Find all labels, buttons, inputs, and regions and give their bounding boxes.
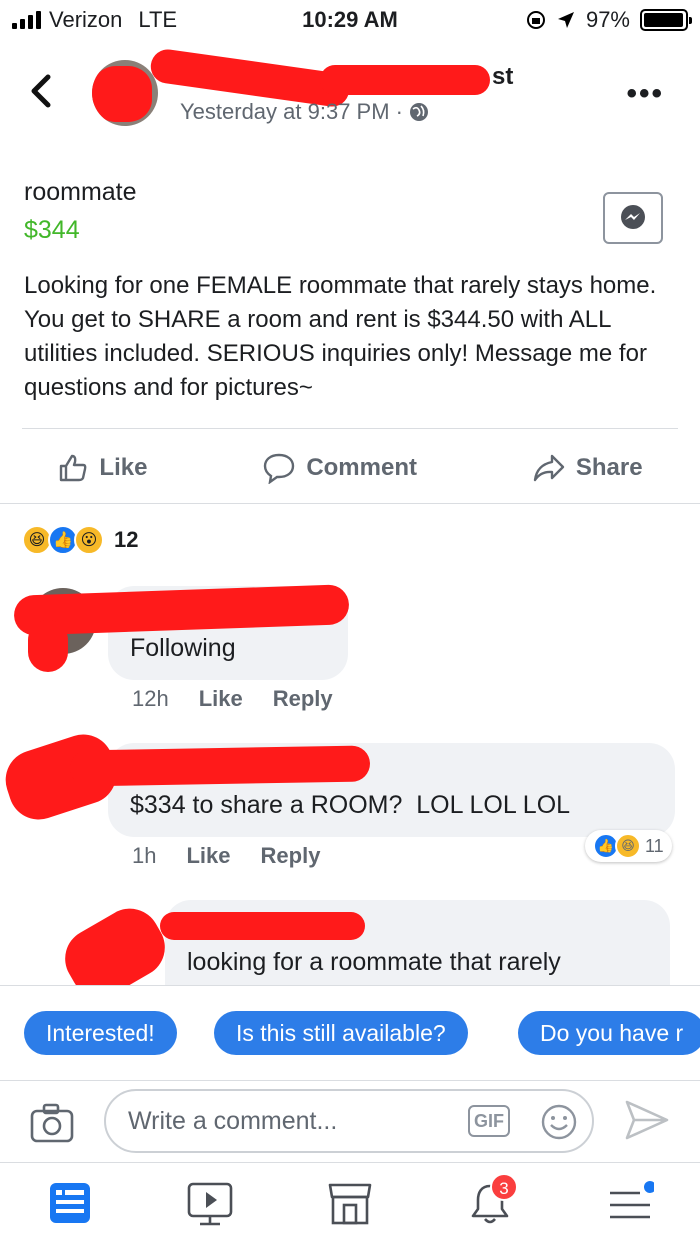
tab-bar: 3 [0, 1162, 700, 1245]
like-button[interactable]: Like [57, 452, 147, 484]
quick-reply-chip[interactable]: Interested! [24, 1011, 177, 1055]
location-icon [557, 12, 574, 28]
quick-reply-chip[interactable]: Do you have r [518, 1011, 700, 1055]
globe-icon [409, 103, 428, 121]
quick-reply-chip[interactable]: Is this still available? [214, 1011, 468, 1055]
hamburger-menu-icon [610, 1181, 656, 1219]
share-button[interactable]: Share [532, 453, 643, 483]
redaction-mark [320, 65, 490, 95]
notification-badge: 3 [490, 1173, 518, 1201]
redaction-mark [28, 620, 68, 672]
reaction-count: 12 [114, 527, 139, 552]
reaction-summary[interactable]: 😆 👍 😮 12 [22, 525, 138, 555]
divider [0, 503, 700, 504]
status-right: 97% [526, 7, 692, 33]
comment-reaction-count: 11 [645, 835, 664, 856]
battery-icon [640, 9, 692, 31]
news-feed-icon[interactable] [48, 1181, 92, 1225]
camera-icon[interactable] [30, 1103, 74, 1143]
comment-meta: 1h Like Reply [132, 843, 320, 869]
comment-reply-button[interactable]: Reply [273, 686, 333, 712]
watch-video-icon[interactable] [186, 1181, 234, 1227]
action-bar: Like Comment Share [0, 445, 700, 491]
comment-input[interactable]: Write a comment... GIF [104, 1089, 594, 1153]
comment-like-button[interactable]: Like [199, 686, 243, 712]
share-label: Share [575, 454, 643, 481]
seller-name[interactable]: st [492, 63, 513, 91]
battery-fill [644, 13, 683, 27]
menu-tab[interactable] [606, 1181, 656, 1232]
redaction-mark [69, 745, 371, 787]
comment-time: 1h [132, 843, 157, 868]
comment-reaction-badge[interactable]: 👍 😆 11 [585, 830, 672, 862]
share-icon [533, 454, 565, 482]
marketplace-icon[interactable] [326, 1181, 374, 1227]
messenger-button[interactable] [603, 192, 663, 244]
chevron-left-icon [31, 74, 51, 108]
comment-time: 12h [132, 686, 169, 711]
like-label: Like [99, 454, 148, 481]
listing-title: roommate [24, 178, 137, 206]
post-timestamp: Yesterday at 9:37 PM · [180, 99, 429, 125]
comment-like-button[interactable]: Like [186, 843, 230, 869]
haha-reaction-icon: 😆 [615, 833, 641, 859]
comment-button[interactable]: Comment [262, 452, 417, 484]
listing-description: Looking for one FEMALE roommate that rar… [24, 272, 657, 401]
emoji-icon[interactable] [540, 1103, 578, 1141]
send-icon[interactable] [624, 1099, 670, 1141]
back-button[interactable] [28, 73, 54, 117]
comment-composer: Write a comment... GIF [0, 1080, 700, 1162]
comment-meta: 12h Like Reply [132, 686, 333, 712]
timestamp-text: Yesterday at 9:37 PM · [180, 99, 403, 124]
gif-button[interactable]: GIF [468, 1105, 510, 1137]
rotation-lock-icon [526, 11, 545, 29]
quick-replies: Interested! Is this still available? Do … [0, 985, 700, 1080]
seller-avatar[interactable] [92, 60, 158, 126]
thumbs-up-icon [60, 454, 87, 482]
comment-text: $334 to share a ROOM? LOL LOL LOL [130, 791, 571, 819]
comment-text: looking for a roommate that rarely [187, 948, 561, 976]
divider [22, 428, 678, 429]
redaction-mark [92, 66, 152, 122]
comment-reply-button[interactable]: Reply [261, 843, 321, 869]
status-bar: Verizon LTE 10:29 AM 97% [0, 0, 700, 40]
comment-label: Comment [306, 454, 417, 481]
battery-percent: 97% [585, 7, 630, 32]
redaction-mark [160, 912, 365, 940]
post-header: st Yesterday at 9:37 PM · ••• [0, 47, 700, 145]
comment-icon [264, 453, 295, 484]
more-options-button[interactable]: ••• [626, 77, 664, 111]
comment-text: Following [130, 634, 236, 662]
messenger-icon [621, 205, 645, 229]
notifications-tab[interactable]: 3 [468, 1173, 518, 1232]
comment-placeholder: Write a comment... [128, 1107, 338, 1135]
wow-reaction-icon: 😮 [74, 525, 104, 555]
listing-price: $344 [24, 216, 80, 244]
